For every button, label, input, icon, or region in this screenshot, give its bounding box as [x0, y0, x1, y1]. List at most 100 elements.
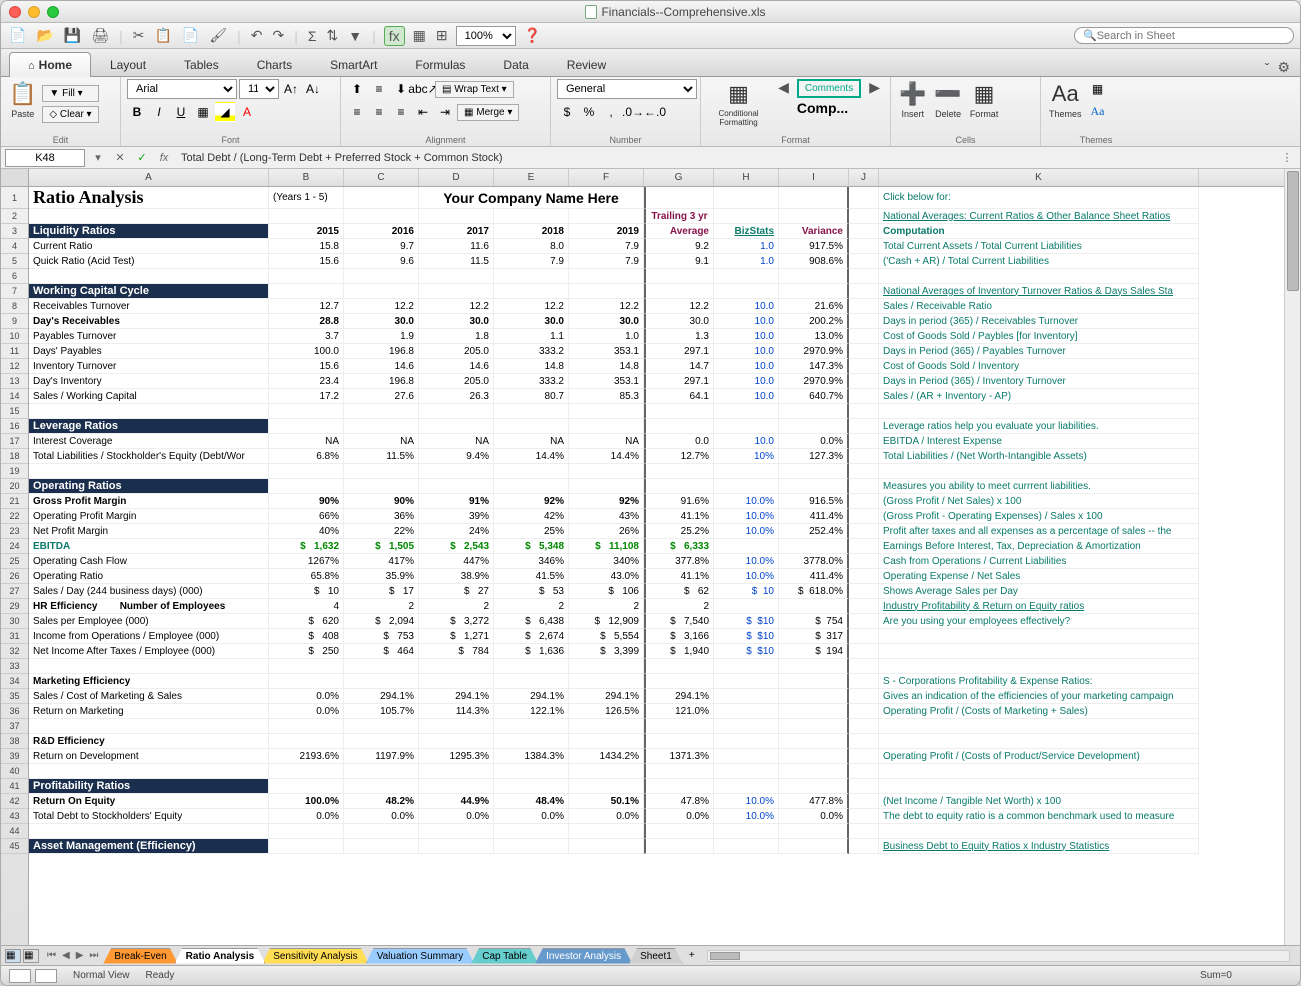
cell[interactable]: $ 408	[269, 629, 344, 644]
cell[interactable]: 0.0%	[779, 434, 849, 449]
cell[interactable]	[269, 419, 344, 434]
cell[interactable]: 91.6%	[644, 494, 714, 509]
cell[interactable]: 205.0	[419, 344, 494, 359]
cell[interactable]: $ 11,108	[569, 539, 644, 554]
cell[interactable]: Total Liabilities / Stockholder's Equity…	[29, 449, 269, 464]
row-header[interactable]: 3	[1, 224, 28, 239]
cell[interactable]	[494, 764, 569, 779]
cell[interactable]: $ 3,272	[419, 614, 494, 629]
row-header[interactable]: 22	[1, 509, 28, 524]
cell[interactable]	[849, 224, 879, 239]
orientation-icon[interactable]: abc↗	[413, 79, 433, 99]
cell[interactable]: 27.6	[344, 389, 419, 404]
cell[interactable]	[779, 779, 849, 794]
cell[interactable]	[779, 689, 849, 704]
ribbon-settings-icon[interactable]: ⚙	[1277, 59, 1290, 76]
cell[interactable]	[879, 734, 1199, 749]
cell[interactable]: Profit after taxes and all expenses as a…	[879, 524, 1199, 539]
cell[interactable]	[849, 524, 879, 539]
cell[interactable]: 100.0	[269, 344, 344, 359]
row-header[interactable]: 15	[1, 404, 28, 419]
cell[interactable]	[849, 644, 879, 659]
cell[interactable]	[644, 187, 714, 209]
cell[interactable]: 147.3%	[779, 359, 849, 374]
cell[interactable]: 0.0%	[779, 809, 849, 824]
cell[interactable]	[849, 569, 879, 584]
fx-icon[interactable]: fx	[384, 26, 405, 46]
cell[interactable]	[714, 659, 779, 674]
cell[interactable]: 2019	[569, 224, 644, 239]
row-header[interactable]: 35	[1, 689, 28, 704]
hscroll-thumb[interactable]	[710, 952, 740, 960]
cell[interactable]	[714, 479, 779, 494]
cell[interactable]: Shows Average Sales per Day	[879, 584, 1199, 599]
cell[interactable]: 2016	[344, 224, 419, 239]
theme-fonts-icon[interactable]: Aa	[1088, 101, 1108, 121]
cell[interactable]: 39%	[419, 509, 494, 524]
cell[interactable]: 1.0	[569, 329, 644, 344]
select-all-corner[interactable]	[1, 169, 28, 187]
cell[interactable]: 14.6	[344, 359, 419, 374]
row-header[interactable]: 21	[1, 494, 28, 509]
cell[interactable]	[29, 824, 269, 839]
cell[interactable]	[269, 839, 344, 854]
open-icon[interactable]: 📂	[34, 25, 55, 46]
col-header[interactable]: I	[779, 169, 849, 186]
cell[interactable]: Sales / Receivable Ratio	[879, 299, 1199, 314]
row-header[interactable]: 30	[1, 614, 28, 629]
currency-icon[interactable]: $	[557, 102, 577, 122]
cell[interactable]: $ 17	[344, 584, 419, 599]
cell[interactable]	[569, 674, 644, 689]
paste-icon[interactable]: 📄	[180, 25, 201, 46]
cell[interactable]	[644, 764, 714, 779]
cell[interactable]	[419, 674, 494, 689]
cell[interactable]	[779, 599, 849, 614]
row-header[interactable]: 16	[1, 419, 28, 434]
cell[interactable]: Total Debt to Stockholders' Equity	[29, 809, 269, 824]
row-header[interactable]: 6	[1, 269, 28, 284]
cell[interactable]	[849, 299, 879, 314]
cell[interactable]: 1434.2%	[569, 749, 644, 764]
cell[interactable]	[779, 404, 849, 419]
cell[interactable]	[419, 209, 494, 224]
cell[interactable]	[569, 779, 644, 794]
link-industry-profit[interactable]: Industry Profitability & Return on Equit…	[879, 599, 1199, 614]
cell[interactable]	[269, 719, 344, 734]
cell[interactable]: 30.0	[569, 314, 644, 329]
cell[interactable]: Business Debt to Equity Ratios x Industr…	[879, 839, 1199, 854]
zoom-combo[interactable]: 100%	[456, 26, 516, 46]
cell[interactable]	[849, 824, 879, 839]
row-header[interactable]: 10	[1, 329, 28, 344]
cell[interactable]	[779, 824, 849, 839]
cell[interactable]: (Gross Profit - Operating Expenses) / Sa…	[879, 509, 1199, 524]
row-header[interactable]: 38	[1, 734, 28, 749]
cell[interactable]: 4	[269, 599, 344, 614]
cell[interactable]	[494, 419, 569, 434]
cell[interactable]	[779, 659, 849, 674]
cell[interactable]	[879, 764, 1199, 779]
merge-button[interactable]: ▦ Merge ▾	[457, 104, 519, 121]
cell[interactable]	[419, 404, 494, 419]
cell[interactable]	[644, 479, 714, 494]
group-icon[interactable]: ⊞	[434, 25, 450, 46]
cell[interactable]	[569, 404, 644, 419]
percent-icon[interactable]: %	[579, 102, 599, 122]
style-next-icon[interactable]: ▶	[865, 79, 884, 96]
cell[interactable]: 25.2%	[644, 524, 714, 539]
cell[interactable]	[849, 704, 879, 719]
cell[interactable]	[879, 269, 1199, 284]
cell[interactable]	[779, 764, 849, 779]
wrap-text-button[interactable]: ▤ Wrap Text ▾	[435, 81, 514, 98]
section-header[interactable]: Leverage Ratios	[29, 419, 269, 434]
cell[interactable]	[419, 464, 494, 479]
font-name-combo[interactable]: Arial	[127, 79, 237, 99]
cell[interactable]: Sales per Employee (000)	[29, 614, 269, 629]
cell[interactable]	[779, 719, 849, 734]
cell[interactable]	[494, 284, 569, 299]
cell[interactable]: 294.1%	[494, 689, 569, 704]
cell[interactable]	[849, 509, 879, 524]
cell[interactable]	[644, 419, 714, 434]
row-header[interactable]: 7	[1, 284, 28, 299]
cell[interactable]: $ 1,940	[644, 644, 714, 659]
cell[interactable]: Operating Cash Flow	[29, 554, 269, 569]
